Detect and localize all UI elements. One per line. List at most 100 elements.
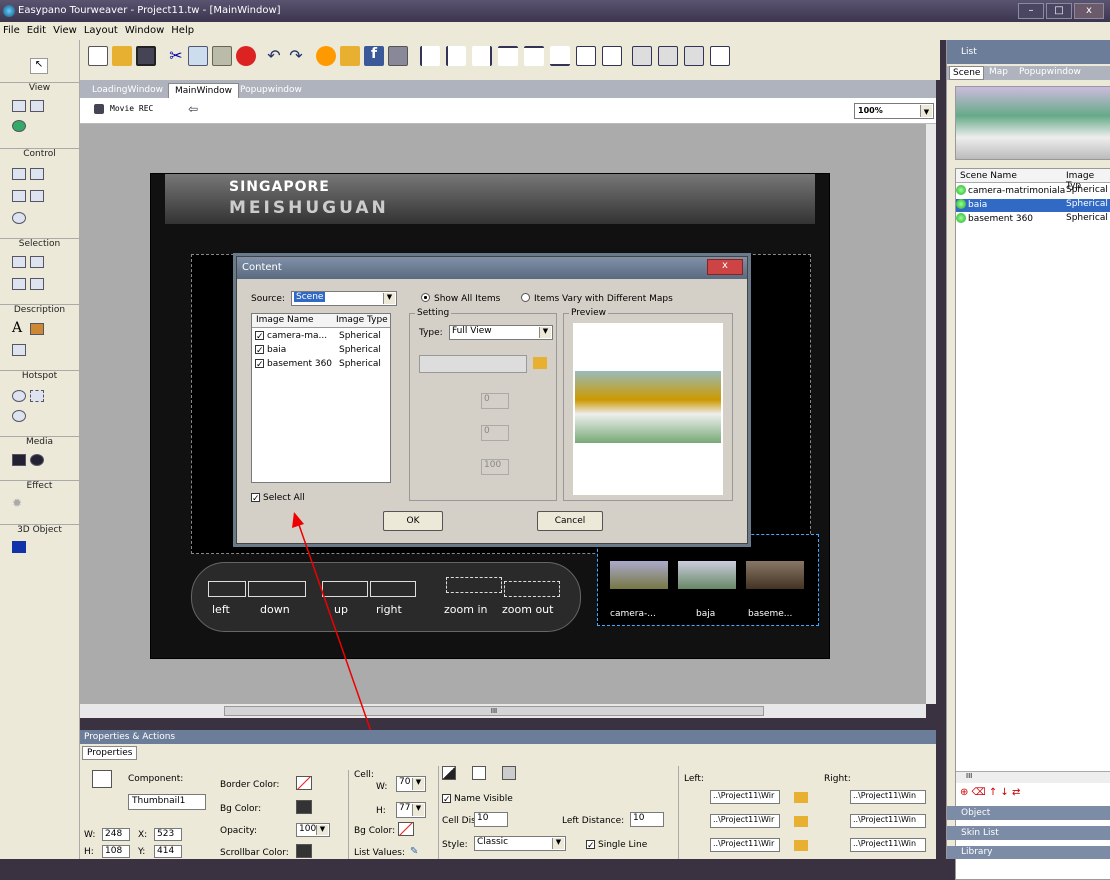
row-checkbox[interactable]: ✓ [255,331,264,342]
button-control-icon[interactable] [12,168,26,180]
tab-scene[interactable]: Scene [949,66,985,80]
scrollbar-color-swatch[interactable] [296,844,312,858]
table-row[interactable]: ✓ basement 360 Spherical [255,359,381,370]
sun-effect-icon[interactable]: ✹ [12,496,22,510]
list-item[interactable]: camera-matrimoniala Spherical [956,185,1110,198]
menu-file[interactable]: File [3,25,20,36]
right-path-field-2[interactable]: ..\Project11\Win [850,814,926,828]
cell-distance-field[interactable]: 10 [474,812,508,827]
right-path-field-3[interactable]: ..\Project11\Win [850,838,926,852]
compass-control-icon[interactable] [30,168,44,180]
zoom-in-button[interactable] [446,577,502,593]
copy-icon[interactable] [188,46,208,66]
menu-help[interactable]: Help [171,25,194,36]
left-button[interactable] [208,581,246,597]
maximize-button[interactable]: □ [1046,3,1072,19]
object-panel-header[interactable]: Object [947,806,1110,820]
zoom-out-button[interactable] [504,581,560,597]
folder-icon[interactable] [794,840,808,851]
movie-rec-icon[interactable] [94,104,104,114]
folder-icon[interactable] [794,792,808,803]
zoom-select[interactable]: 100% ▼ [854,103,934,119]
save-icon[interactable] [136,46,156,66]
movie-rec-label[interactable]: Movie REC [110,104,153,113]
align-middle-icon[interactable] [524,46,544,66]
open-icon[interactable] [112,46,132,66]
delete-icon[interactable] [236,46,256,66]
menu-edit[interactable]: Edit [27,25,46,36]
text-tool-icon[interactable]: A [12,320,22,336]
tab-popupwindow[interactable]: Popupwindow [234,83,308,98]
skin-list-panel-header[interactable]: Skin List [947,826,1110,840]
window-component-icon[interactable] [12,100,26,112]
table-row[interactable]: ✓ baia Spherical [255,345,381,356]
pointer-tool-icon[interactable]: ↖ [30,58,48,74]
thumbnail-icon[interactable] [12,256,26,268]
menu-window[interactable]: Window [125,25,164,36]
value-field-2[interactable]: 0 [481,425,509,441]
tab-mainwindow[interactable]: MainWindow [168,83,239,98]
slider-control-icon[interactable] [12,190,26,202]
thumb-image-2[interactable] [678,561,736,589]
list-values-edit-icon[interactable]: ✎ [410,846,418,857]
align-center-icon[interactable] [446,46,466,66]
preview-icon[interactable] [316,46,336,66]
border-color-swatch[interactable] [296,776,312,790]
distribute-v-icon[interactable] [602,46,622,66]
3d-object-icon[interactable] [12,541,26,553]
thumbnail-component[interactable]: camera-... baja baseme... [597,534,819,626]
col-image-name[interactable]: Image Name [256,315,314,325]
cell-width-field[interactable]: 70 ▼ [396,776,426,792]
horizontal-scrollbar[interactable]: III [80,704,926,718]
export-icon[interactable] [388,46,408,66]
list-item[interactable]: baia Spherical [956,199,1110,212]
width-field[interactable]: 248 [102,828,130,841]
cell-height-field[interactable]: 77 ▼ [396,802,426,818]
value-field-3[interactable]: 100 [481,459,509,475]
combobox-icon[interactable] [12,278,26,290]
table-row[interactable]: ✓ camera-ma... Spherical [255,331,381,342]
facebook-icon[interactable]: f [364,46,384,66]
close-button[interactable]: x [1074,3,1104,19]
folder-icon[interactable] [533,357,547,369]
sound-hotspot-icon[interactable] [12,410,26,422]
undo-icon[interactable]: ↶ [264,46,284,66]
single-line-checkbox[interactable]: ✓ Single Line [586,840,647,851]
show-all-radio[interactable]: Show All Items [421,293,500,304]
same-height-icon[interactable] [658,46,678,66]
textbox-tool-icon[interactable] [12,344,26,356]
vertical-scrollbar[interactable] [926,124,936,704]
cut-icon[interactable]: ✂ [166,46,186,66]
thumb-image-1[interactable] [610,561,668,589]
opacity-field[interactable]: 100 ▼ [296,823,330,837]
paste-icon[interactable] [212,46,232,66]
list-icon[interactable] [30,256,44,268]
same-width-icon[interactable] [632,46,652,66]
row-checkbox[interactable]: ✓ [255,359,264,370]
list-item[interactable]: basement 360 Spherical [956,213,1110,226]
tab-map[interactable]: Map [989,67,1008,77]
image-path-field[interactable] [419,355,527,373]
menu-view[interactable]: View [53,25,77,36]
image-tool-icon[interactable] [30,323,44,335]
grid-icon[interactable] [710,46,730,66]
tab-loadingwindow[interactable]: LoadingWindow [86,83,169,98]
y-field[interactable]: 414 [154,845,182,858]
dialog-close-button[interactable]: x [707,259,743,275]
align-top-icon[interactable] [498,46,518,66]
polygon-hotspot-icon[interactable] [30,390,44,402]
style-icon-2[interactable] [472,766,486,780]
list-hscroll[interactable]: III [956,771,1110,783]
align-left-icon[interactable] [420,46,440,66]
back-arrow-icon[interactable]: ⇦ [188,102,198,116]
style-select[interactable]: Classic ▼ [474,836,566,851]
list-action-icons[interactable]: ⊕ ⌫ ↑ ↓ ⇄ [960,787,1020,798]
name-visible-checkbox[interactable]: ✓ Name Visible [442,794,513,805]
x-field[interactable]: 523 [154,828,182,841]
select-all-checkbox[interactable]: ✓ Select All [251,493,305,504]
spot-hotspot-icon[interactable] [12,390,26,402]
list-hscroll-thumb[interactable]: III [966,772,972,780]
folder-icon[interactable] [794,816,808,827]
row-checkbox[interactable]: ✓ [255,345,264,356]
left-path-field-1[interactable]: ..\Project11\Wir [710,790,780,804]
